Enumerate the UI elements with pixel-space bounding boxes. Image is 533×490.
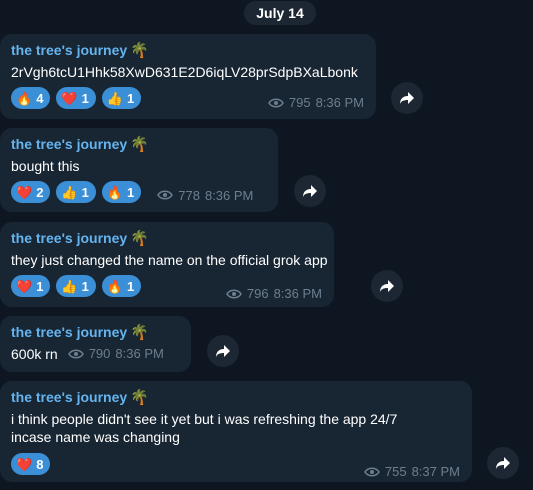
message-bubble[interactable]: the tree's journey 🌴 i think people didn'… xyxy=(0,381,472,482)
message-text-line-2: incase name was changing xyxy=(11,429,180,445)
fire-emoji: 🔥 xyxy=(106,278,124,294)
message-bubble[interactable]: the tree's journey 🌴 2rVgh6tcU1Hhk58XwD63… xyxy=(0,34,376,119)
fire-emoji: 🔥 xyxy=(16,90,33,106)
sender-name-text: the tree's journey xyxy=(11,389,128,405)
reaction-fire[interactable]: 🔥 1 xyxy=(101,275,142,297)
eye-icon xyxy=(67,349,84,359)
reaction-count: 2 xyxy=(36,184,44,200)
view-count: 795 xyxy=(288,95,311,110)
reaction-thumbs-up[interactable]: 👍 1 xyxy=(56,275,96,297)
eye-icon xyxy=(225,289,242,298)
heart-emoji: ❤️ xyxy=(16,184,33,200)
sender-name[interactable]: the tree's journey 🌴 xyxy=(11,229,324,247)
forward-arrow-icon xyxy=(496,457,510,469)
thumbs-up-emoji: 👍 xyxy=(61,184,78,200)
reaction-count: 4 xyxy=(36,90,44,106)
heart-emoji: ❤️ xyxy=(16,456,33,472)
forward-button[interactable] xyxy=(371,270,403,302)
palm-tree-emoji: 🌴 xyxy=(130,42,149,59)
sender-name[interactable]: the tree's journey 🌴 xyxy=(11,323,181,341)
message-meta: 795 8:36 PM xyxy=(267,95,364,110)
message-bubble[interactable]: the tree's journey 🌴 they just changed th… xyxy=(0,222,334,307)
reaction-thumbs-up[interactable]: 👍 1 xyxy=(56,181,96,203)
heart-emoji: ❤️ xyxy=(16,278,33,294)
palm-tree-emoji: 🌴 xyxy=(130,230,149,247)
forward-arrow-icon xyxy=(216,345,230,357)
reaction-count: 1 xyxy=(36,278,44,294)
view-count: 796 xyxy=(246,286,269,301)
reaction-fire[interactable]: 🔥 1 xyxy=(101,181,142,203)
reaction-heart[interactable]: ❤️ 8 xyxy=(11,453,51,475)
reaction-count: 1 xyxy=(81,90,89,106)
sender-name-text: the tree's journey xyxy=(11,324,128,340)
forward-button[interactable] xyxy=(391,82,423,114)
message-text: they just changed the name on the offici… xyxy=(11,252,328,268)
forward-button[interactable] xyxy=(207,335,239,367)
message-text-row: 600k rn 790 8:36 PM xyxy=(11,345,181,363)
reaction-heart[interactable]: ❤️ 2 xyxy=(11,181,51,203)
heart-emoji: ❤️ xyxy=(61,90,78,106)
thumbs-up-emoji: 👍 xyxy=(61,278,78,294)
message-time: 8:36 PM xyxy=(204,187,254,203)
sender-name-text: the tree's journey xyxy=(11,230,128,246)
reaction-count: 1 xyxy=(81,184,89,200)
view-count: 755 xyxy=(384,464,407,479)
sender-name[interactable]: the tree's journey 🌴 xyxy=(11,135,268,153)
reactions-row: ❤️ 2 👍 1 🔥 1 778 8:36 PM xyxy=(11,181,268,203)
message-time: 8:36 PM xyxy=(315,95,364,110)
eye-icon xyxy=(363,467,380,476)
palm-tree-emoji: 🌴 xyxy=(130,324,149,341)
forward-button[interactable] xyxy=(487,447,519,479)
date-separator: July 14 xyxy=(244,1,316,25)
forward-arrow-icon xyxy=(400,92,414,104)
palm-tree-emoji: 🌴 xyxy=(130,136,149,153)
reaction-heart[interactable]: ❤️ 1 xyxy=(56,87,96,109)
sender-name-text: the tree's journey xyxy=(11,136,128,152)
reaction-fire[interactable]: 🔥 4 xyxy=(11,87,51,109)
view-count: 790 xyxy=(88,346,111,361)
forward-arrow-icon xyxy=(303,185,317,197)
message-bubble[interactable]: the tree's journey 🌴 600k rn 790 8:36 PM xyxy=(0,316,191,372)
palm-tree-emoji: 🌴 xyxy=(130,389,149,406)
fire-emoji: 🔥 xyxy=(106,184,124,200)
view-count: 778 xyxy=(178,187,200,203)
reaction-thumbs-up[interactable]: 👍 1 xyxy=(101,87,142,109)
message-meta: 790 8:36 PM xyxy=(67,345,164,363)
eye-icon xyxy=(157,190,174,200)
forward-button[interactable] xyxy=(294,175,326,207)
forward-arrow-icon xyxy=(380,280,394,292)
message-text: 600k rn xyxy=(11,346,58,362)
message-meta: 755 8:37 PM xyxy=(363,464,460,479)
message-meta: 778 8:36 PM xyxy=(157,188,253,203)
message-time: 8:36 PM xyxy=(115,346,164,361)
reaction-count: 1 xyxy=(127,278,135,294)
message-text-line-1: i think people didn't see it yet but i w… xyxy=(11,411,398,427)
sender-name[interactable]: the tree's journey 🌴 xyxy=(11,41,366,59)
message-text: bought this xyxy=(11,158,80,174)
thumbs-up-emoji: 👍 xyxy=(106,90,124,106)
reaction-count: 8 xyxy=(36,456,44,472)
message-text: 2rVgh6tcU1Hhk58XwD631E2D6iqLV28prSdpBXaL… xyxy=(11,64,358,80)
sender-name[interactable]: the tree's journey 🌴 xyxy=(11,388,462,406)
message-time: 8:36 PM xyxy=(273,286,322,301)
reaction-count: 1 xyxy=(127,184,135,200)
message-bubble[interactable]: the tree's journey 🌴 bought this ❤️ 2 👍 1 🔥… xyxy=(0,128,278,212)
eye-icon xyxy=(267,98,284,107)
reaction-heart[interactable]: ❤️ 1 xyxy=(11,275,51,297)
sender-name-text: the tree's journey xyxy=(11,42,128,58)
message-time: 8:37 PM xyxy=(411,464,460,479)
message-meta: 796 8:36 PM xyxy=(225,286,322,301)
reaction-count: 1 xyxy=(81,278,89,294)
reaction-count: 1 xyxy=(127,90,135,106)
